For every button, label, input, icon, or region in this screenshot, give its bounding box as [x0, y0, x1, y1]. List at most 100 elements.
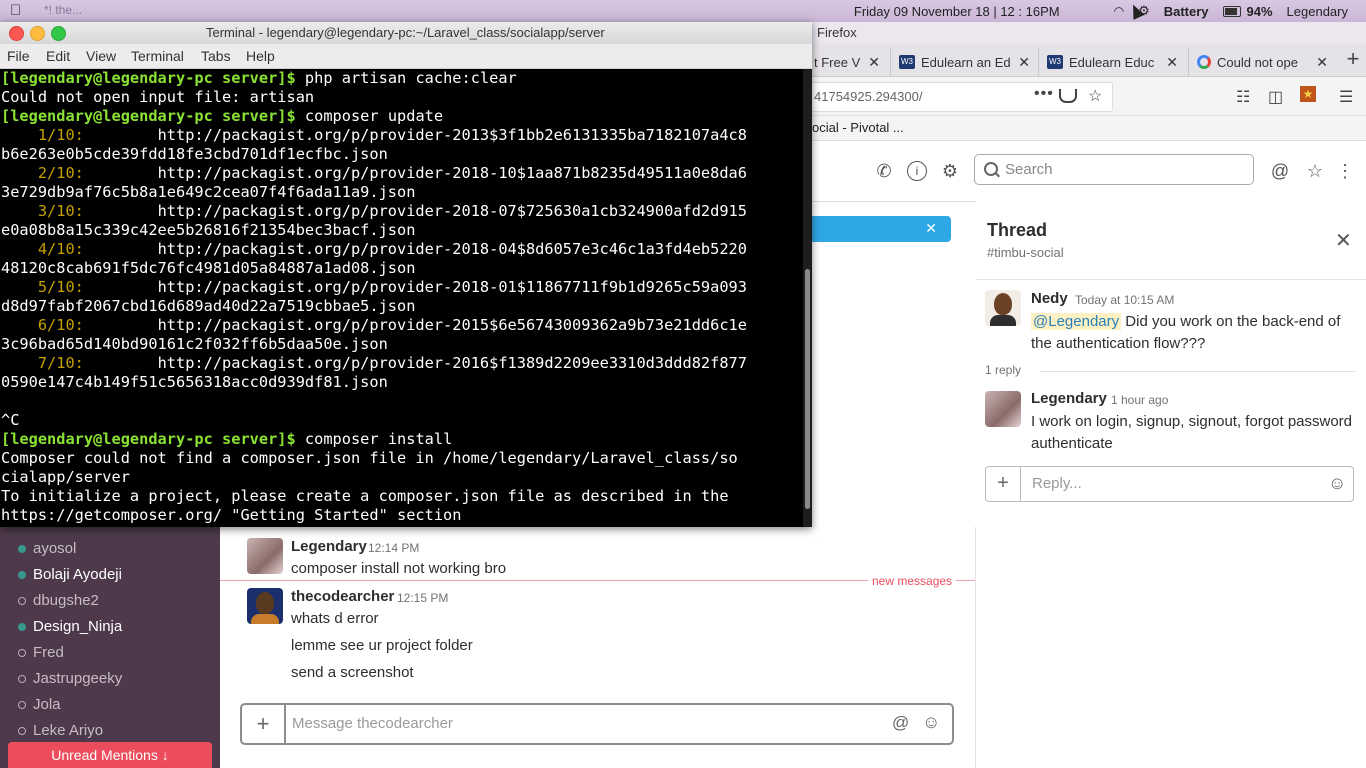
terminal-output[interactable]: [legendary@legendary-pc server]$ php art…	[0, 69, 801, 527]
message-text: composer install not working bro	[291, 560, 507, 577]
close-tab-icon[interactable]: ✕	[1166, 54, 1178, 71]
avatar[interactable]	[247, 588, 283, 624]
mention-at-icon[interactable]: @	[892, 713, 909, 733]
sidebar-item-dm[interactable]: Jastrupgeeky	[18, 670, 122, 687]
info-icon[interactable]: i	[907, 161, 927, 181]
close-banner-icon[interactable]: ✕	[925, 220, 937, 237]
message-timestamp[interactable]: 1 hour ago	[1111, 393, 1168, 407]
terminal-text: e0a08b8a15c339c42ee5b26816f21354bec3bacf…	[1, 221, 416, 239]
close-icon[interactable]: ✕	[1335, 228, 1352, 253]
apple-icon[interactable]: 	[10, 2, 21, 19]
message-author[interactable]: Legendary	[291, 538, 367, 555]
datetime[interactable]: Friday 09 November 18 | 12 : 16PM	[854, 4, 1060, 19]
close-tab-icon[interactable]: ✕	[868, 54, 880, 71]
progress-counter: 6/10:	[1, 316, 84, 334]
sidebar-item-dm[interactable]: dbugshe2	[18, 592, 99, 609]
menu-edit[interactable]: Edit	[46, 48, 70, 64]
extension-icon[interactable]: ★	[1300, 86, 1316, 102]
avatar[interactable]	[985, 391, 1021, 427]
thread-panel: Thread #timbu-social ✕ Nedy Today at 10:…	[976, 201, 1366, 768]
browser-tab[interactable]: W3 Edulearn Educ ✕	[1038, 48, 1186, 76]
menu-terminal[interactable]: Terminal	[131, 48, 184, 64]
message-text: lemme see ur project folder	[291, 637, 473, 654]
thread-reply-input[interactable]: + Reply... ☺	[985, 466, 1354, 502]
message-author[interactable]: thecodearcher	[291, 588, 394, 605]
browser-tab[interactable]: W3 Edulearn an Ed ✕	[890, 48, 1038, 76]
message-timestamp[interactable]: Today at 10:15 AM	[1075, 293, 1174, 307]
terminal-line: [legendary@legendary-pc server]$ compose…	[1, 107, 443, 126]
search-placeholder: Search	[1005, 161, 1053, 178]
message-composer[interactable]: + Message thecodearcher @ ☺	[240, 703, 954, 745]
phone-icon[interactable]: ✆	[874, 161, 894, 182]
minimize-window-icon[interactable]	[30, 26, 45, 41]
bookmark-item[interactable]: ocial - Pivotal ...	[812, 120, 904, 135]
thread-channel[interactable]: #timbu-social	[987, 245, 1064, 260]
browser-tab[interactable]: Could not ope ✕	[1188, 48, 1336, 76]
avatar[interactable]	[247, 538, 283, 574]
message-timestamp[interactable]: 12:15 PM	[397, 591, 448, 605]
thread-header: Thread #timbu-social ✕	[976, 201, 1366, 280]
terminal-line: cialapp/server	[1, 468, 130, 487]
hamburger-menu-icon[interactable]: ☰	[1339, 87, 1353, 107]
message-timestamp[interactable]: 12:14 PM	[368, 541, 419, 555]
dm-name: Jola	[33, 696, 61, 713]
search-input[interactable]: Search	[974, 154, 1254, 185]
library-icon[interactable]: ☷	[1236, 87, 1250, 107]
new-tab-icon[interactable]: +	[1340, 44, 1366, 76]
url-bar[interactable]: 41754925.294300/ ••• ☆	[812, 82, 1113, 112]
menu-file[interactable]: File	[7, 48, 30, 64]
menu-help[interactable]: Help	[246, 48, 275, 64]
maximize-window-icon[interactable]	[51, 26, 66, 41]
terminal-line: To initialize a project, please create a…	[1, 487, 729, 506]
sidebar-item-dm[interactable]: ayosol	[18, 540, 76, 557]
emoji-icon[interactable]: ☺	[922, 712, 940, 733]
url-text: 41754925.294300/	[814, 89, 923, 104]
sidebar-item-dm[interactable]: Bolaji Ayodeji	[18, 566, 122, 583]
progress-counter: 2/10:	[1, 164, 84, 182]
unread-mentions-button[interactable]: Unread Mentions ↓	[8, 742, 212, 768]
firefox-app-name: Firefox	[817, 25, 857, 40]
message-author[interactable]: Legendary	[1031, 390, 1107, 407]
starred-icon[interactable]: ☆	[1305, 161, 1325, 182]
wifi-icon[interactable]: ◠	[1114, 4, 1124, 18]
user-mention[interactable]: @Legendary	[1031, 313, 1122, 330]
menu-tabs[interactable]: Tabs	[201, 48, 231, 64]
emoji-icon[interactable]: ☺	[1328, 473, 1346, 494]
firefox-navbar: 41754925.294300/ ••• ☆ ☷ ◫ ★ ☰	[812, 77, 1366, 116]
presence-online-icon	[18, 544, 26, 553]
gear-icon[interactable]: ⚙	[940, 161, 960, 182]
progress-counter: 1/10:	[1, 126, 84, 144]
attach-plus-icon[interactable]: +	[242, 705, 286, 743]
terminal-text: composer install	[295, 430, 453, 448]
shell-prompt: [legendary@legendary-pc server]$	[1, 69, 296, 87]
battery-icon[interactable]	[1222, 5, 1241, 17]
presence-away-icon	[18, 648, 26, 657]
terminal-line: ^C	[1, 411, 19, 430]
terminal-scrollbar[interactable]	[803, 69, 812, 527]
attach-plus-icon[interactable]: +	[986, 467, 1021, 501]
scrollbar-thumb[interactable]	[805, 269, 810, 509]
sidebar-item-dm[interactable]: Fred	[18, 644, 64, 661]
user-name[interactable]: Legendary	[1287, 4, 1348, 19]
sidebar-toggle-icon[interactable]: ◫	[1268, 87, 1283, 107]
pocket-icon[interactable]	[1059, 89, 1077, 103]
terminal-text: http://packagist.org/p/provider-2018-10$…	[83, 164, 747, 182]
sidebar-item-dm[interactable]: Leke Ariyo	[18, 722, 103, 739]
terminal-line: 3e729db9af76c5b8a1e649c2cea07f4f6ada11a9…	[1, 183, 415, 202]
browser-tab[interactable]: t Free V ✕	[806, 48, 888, 76]
close-tab-icon[interactable]: ✕	[1316, 54, 1328, 71]
terminal-menubar: File Edit View Terminal Tabs Help	[0, 44, 812, 69]
close-window-icon[interactable]	[9, 26, 24, 41]
bookmark-star-icon[interactable]: ☆	[1088, 86, 1102, 106]
menu-view[interactable]: View	[86, 48, 116, 64]
background-window-title: *! the...	[44, 3, 83, 17]
message-text: I work on login, signup, signout, forgot…	[1031, 413, 1353, 452]
avatar[interactable]	[985, 290, 1021, 326]
sidebar-item-dm[interactable]: Jola	[18, 696, 61, 713]
page-actions-icon[interactable]: •••	[1034, 85, 1054, 103]
mentions-at-icon[interactable]: @	[1270, 161, 1290, 182]
more-vertical-icon[interactable]: ⋮	[1335, 161, 1355, 182]
message-author[interactable]: Nedy	[1031, 290, 1068, 307]
close-tab-icon[interactable]: ✕	[1018, 54, 1030, 71]
sidebar-item-dm[interactable]: Design_Ninja	[18, 618, 122, 635]
